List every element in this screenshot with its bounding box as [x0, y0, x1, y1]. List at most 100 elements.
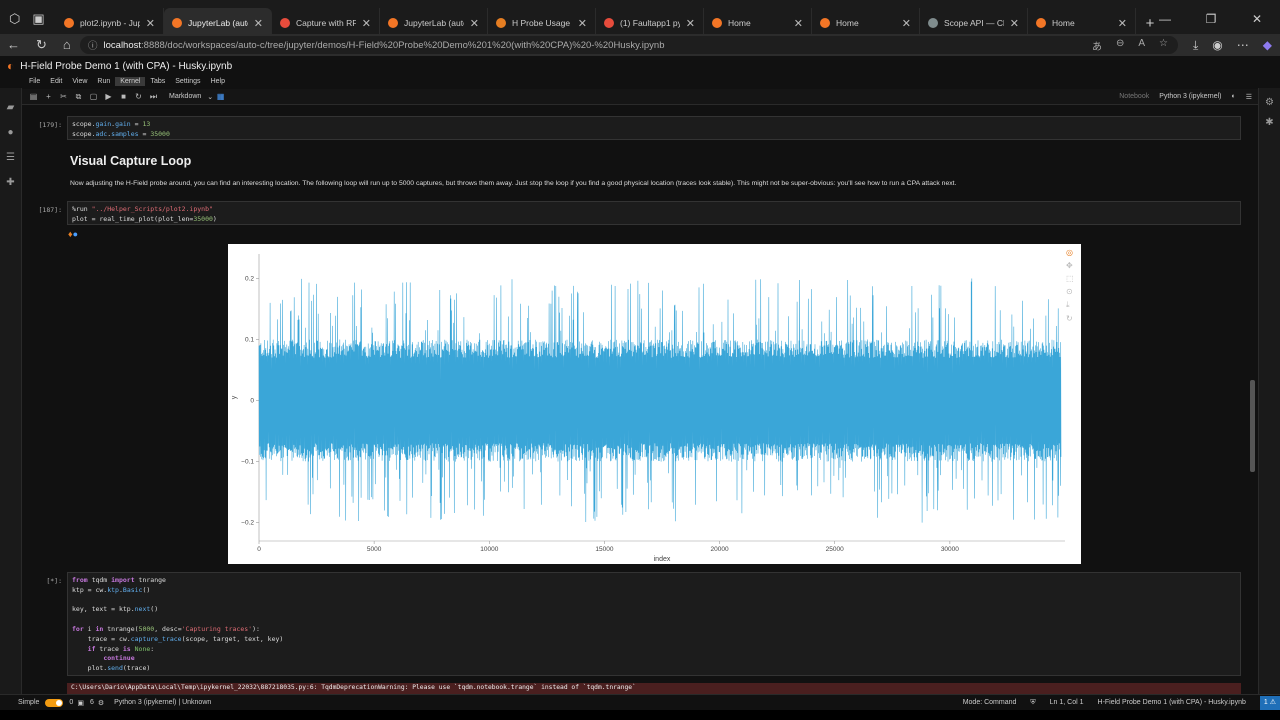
tab-close-icon[interactable]: ✕: [794, 17, 803, 30]
running-icon[interactable]: ●: [0, 127, 21, 138]
menu-item-view[interactable]: View: [67, 77, 92, 86]
refresh-icon[interactable]: ↻: [36, 37, 47, 53]
kernel-name[interactable]: Python 3 (ipykernel): [1159, 93, 1221, 100]
restore-icon[interactable]: ❐: [1188, 12, 1234, 26]
code-icon[interactable]: ▦: [213, 92, 228, 101]
menu-item-help[interactable]: Help: [206, 77, 230, 86]
simple-mode-toggle[interactable]: [45, 698, 64, 707]
plot-output[interactable]: 0.2 0.1 0 −0.1 −0.2 0 5000 10000 15000 20000 2500…: [228, 244, 1081, 564]
cut-icon[interactable]: ✂: [56, 92, 71, 101]
x-tick-label: 15000: [595, 546, 613, 553]
save-icon[interactable]: ▤: [26, 92, 41, 101]
menu-item-edit[interactable]: Edit: [45, 77, 67, 86]
plot-tools: ◎ ✥ ⬚ ⊙ ⤓ ↻: [1066, 248, 1074, 323]
copilot-icon[interactable]: ◆: [1263, 38, 1272, 52]
x-tick-label: 30000: [941, 546, 959, 553]
translate-icon[interactable]: あ: [1092, 38, 1102, 53]
code-cell-179[interactable]: scope.gain.gain = 13 scope.adc.samples =…: [67, 116, 1241, 140]
tab-favicon-icon: [820, 18, 830, 28]
menu-item-tabs[interactable]: Tabs: [145, 77, 170, 86]
close-window-icon[interactable]: ✕: [1234, 12, 1280, 26]
address-actions: あ ⊖ A ☆: [1092, 38, 1168, 53]
kernel-count[interactable]: 6: [90, 699, 94, 706]
profile-icon[interactable]: ◉: [1212, 38, 1222, 52]
tab-close-icon[interactable]: ✕: [470, 17, 479, 30]
box-zoom-tool-icon[interactable]: ⬚: [1066, 274, 1074, 283]
workspace-icon[interactable]: ⬡: [9, 11, 20, 27]
insert-cell-icon[interactable]: +: [41, 92, 56, 101]
paste-icon[interactable]: ▢: [86, 92, 101, 101]
minimize-icon[interactable]: —: [1142, 12, 1188, 26]
back-icon[interactable]: ←: [7, 37, 20, 53]
notification-badge[interactable]: 1 ⚠: [1259, 695, 1280, 710]
tab-actions-icon[interactable]: ▣: [32, 11, 44, 27]
stop-icon[interactable]: ■: [116, 92, 131, 101]
status-right: Mode: Command ⛨ Ln 1, Col 1 H-Field Prob…: [963, 695, 1280, 711]
markdown-paragraph: Now adjusting the H-Field probe around, …: [70, 180, 957, 187]
restart-icon[interactable]: ↻: [131, 92, 146, 101]
run-all-icon[interactable]: ⏭: [146, 92, 161, 102]
save-tool-icon[interactable]: ⤓: [1066, 300, 1074, 310]
notebook-scrollbar[interactable]: [1250, 380, 1255, 472]
jupyter-title-bar: ◐ H-Field Probe Demo 1 (with CPA) - Husk…: [0, 58, 1280, 74]
read-aloud-icon[interactable]: A: [1138, 38, 1145, 53]
menu-item-settings[interactable]: Settings: [170, 77, 205, 86]
tab-close-icon[interactable]: ✕: [146, 17, 155, 30]
info-icon[interactable]: ⓘ: [88, 38, 98, 52]
wheel-zoom-tool-icon[interactable]: ⊙: [1066, 287, 1074, 296]
pan-tool-icon[interactable]: ✥: [1066, 261, 1074, 270]
toc-icon[interactable]: ☰: [0, 152, 21, 163]
markdown-heading: Visual Capture Loop: [70, 154, 192, 168]
tab-favicon-icon: [496, 18, 506, 28]
tab-close-icon[interactable]: ✕: [902, 17, 911, 30]
x-tick-label: 25000: [826, 546, 844, 553]
right-sidebar: ⚙ ✱: [1258, 88, 1280, 694]
code-cell-capture-loop[interactable]: from tqdm import tnrange ktp = cw.ktp.Ba…: [67, 572, 1241, 676]
tab-close-icon[interactable]: ✕: [362, 17, 371, 30]
code-line: for i in tnrange(5000, desc='Capturing t…: [72, 624, 260, 633]
debugger-icon[interactable]: ✱: [1259, 117, 1280, 128]
cell-179-prompt: [179]:: [38, 121, 62, 129]
line-chart[interactable]: 0.2 0.1 0 −0.1 −0.2 0 5000 10000 15000 20000 2500…: [228, 244, 1081, 564]
toolbar-menu-icon[interactable]: ☰: [1246, 93, 1252, 101]
copy-icon[interactable]: ⧉: [71, 92, 86, 102]
run-icon[interactable]: ▶: [101, 92, 116, 101]
y-tick-label: 0.1: [245, 336, 254, 343]
home-icon[interactable]: ⌂: [63, 37, 71, 53]
menu-item-kernel[interactable]: Kernel: [115, 76, 146, 86]
code-cell-187[interactable]: %run "../Helper_Scripts/plot2.ipynb" plo…: [67, 201, 1241, 225]
tab-close-icon[interactable]: ✕: [1118, 17, 1127, 30]
reset-tool-icon[interactable]: ↻: [1066, 314, 1074, 323]
cursor-position[interactable]: Ln 1, Col 1: [1050, 699, 1084, 706]
tab-close-icon[interactable]: ✕: [254, 17, 263, 30]
menu-item-run[interactable]: Run: [92, 77, 115, 86]
tab-close-icon[interactable]: ✕: [686, 17, 695, 30]
browser-actions: ⤓ ◉ ⋯ ◆: [1193, 38, 1272, 53]
tab-close-icon[interactable]: ✕: [578, 17, 587, 30]
browser-tab-bar: ⬡ ▣ plot2.ipynb - Jupyt ✕ JupyterLab (auto…: [0, 0, 1280, 38]
tab-title: H Probe Usage - C: [512, 18, 572, 28]
menu-icon[interactable]: ⋯: [1237, 38, 1249, 52]
terminal-count[interactable]: 0: [69, 699, 73, 706]
tab-title: JupyterLab (auto-l: [404, 18, 464, 28]
zoom-icon[interactable]: ⊖: [1116, 38, 1124, 53]
y-tick-label: −0.2: [241, 520, 254, 527]
address-field[interactable]: ⓘ localhost :8888/doc/workspaces/auto-c/…: [80, 36, 1178, 54]
notebook-label[interactable]: Notebook: [1119, 93, 1149, 100]
menu-item-file[interactable]: File: [24, 77, 45, 86]
jupyter-menu-bar: File Edit View Run Kernel Tabs Settings Help: [0, 74, 1280, 88]
favorite-icon[interactable]: ☆: [1159, 38, 1168, 53]
property-inspector-icon[interactable]: ⚙: [1259, 97, 1280, 108]
extensions-icon[interactable]: ✚: [0, 177, 21, 188]
cell-type-select[interactable]: Markdown ⌄: [169, 93, 213, 101]
simple-mode-label: Simple: [18, 699, 40, 706]
folder-icon[interactable]: ▰: [0, 102, 21, 113]
status-bar: Simple 0 ▣ 6 ⚙ Python 3 (ipykernel) | Un…: [0, 694, 1280, 710]
tab-title: Home: [1052, 18, 1075, 28]
tab-close-icon[interactable]: ✕: [1010, 17, 1019, 30]
tab-title: JupyterLab (auto-c: [188, 18, 248, 28]
downloads-icon[interactable]: ⤓: [1193, 38, 1198, 53]
kernel-status[interactable]: Python 3 (ipykernel) | Unknown: [114, 699, 211, 706]
toolbar-right: Notebook Python 3 (ipykernel) ◐ ☰: [1119, 93, 1252, 101]
